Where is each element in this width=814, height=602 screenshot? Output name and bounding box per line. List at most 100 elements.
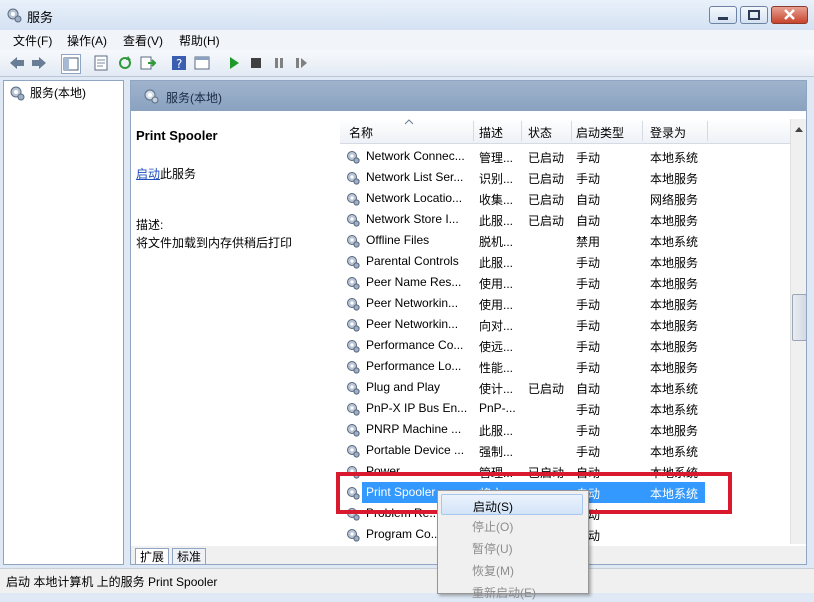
vertical-scrollbar[interactable]: [790, 119, 806, 544]
minimize-button[interactable]: [709, 6, 737, 24]
menu-help[interactable]: 帮助(H): [179, 32, 220, 49]
table-row[interactable]: Network Store I... 此服... 已启动 自动 本地服务: [340, 209, 790, 230]
cell-logon: 本地系统: [650, 403, 699, 417]
close-button[interactable]: [771, 6, 808, 24]
services-gear-icon: [144, 89, 159, 104]
table-row[interactable]: Portable Device ... 强制... 手动 本地系统: [340, 440, 790, 461]
help-icon[interactable]: ?: [170, 54, 188, 72]
cell-desc: 此服...: [479, 214, 514, 228]
cell-logon: 本地服务: [650, 424, 699, 438]
main-header-title: 服务(本地): [166, 91, 222, 105]
column-header-description[interactable]: 描述: [479, 124, 503, 141]
cell-start: 手动: [576, 256, 601, 270]
cell-name: Peer Networkin...: [366, 317, 459, 331]
start-service-link[interactable]: 启动: [136, 165, 160, 182]
cell-name: Plug and Play: [366, 380, 441, 394]
column-header-startup-type[interactable]: 启动类型: [576, 124, 624, 141]
table-row[interactable]: Plug and Play 使计... 已启动 自动 本地系统: [340, 377, 790, 398]
context-menu-resume[interactable]: 恢复(M): [441, 559, 583, 580]
title-bar: 服务: [0, 0, 814, 30]
table-row[interactable]: PnP-X IP Bus En... PnP-... 手动 本地系统: [340, 398, 790, 419]
column-divider[interactable]: [707, 121, 708, 141]
table-row[interactable]: Peer Name Res... 使用... 手动 本地服务: [340, 272, 790, 293]
context-menu-start[interactable]: 启动(S): [441, 494, 583, 515]
menu-action[interactable]: 操作(A): [67, 32, 107, 49]
cell-name: Network Store I...: [366, 212, 459, 226]
tab-standard[interactable]: 标准: [172, 548, 207, 564]
table-row[interactable]: Performance Co... 使远... 手动 本地服务: [340, 335, 790, 356]
main-header: 服务(本地): [131, 81, 806, 111]
service-gear-icon: [347, 298, 360, 311]
cell-logon: 本地服务: [650, 319, 699, 333]
cell-name: PNRP Machine ...: [366, 422, 462, 436]
table-row[interactable]: Peer Networkin... 向对... 手动 本地服务: [340, 314, 790, 335]
service-gear-icon: [347, 340, 360, 353]
description-text: 将文件加载到内存供稍后打印: [136, 236, 293, 250]
menu-file[interactable]: 文件(F): [13, 32, 52, 49]
cell-start: 禁用: [576, 235, 601, 249]
cell-status: 已启动: [528, 151, 565, 165]
context-menu-pause[interactable]: 暂停(U): [441, 537, 583, 558]
service-gear-icon: [347, 424, 360, 437]
pause-icon[interactable]: [270, 54, 288, 72]
service-gear-icon: [347, 382, 360, 395]
cell-name: Peer Name Res...: [366, 275, 462, 289]
console-icon[interactable]: [193, 54, 211, 72]
export-list-icon[interactable]: [139, 54, 157, 72]
cell-desc: 向对...: [479, 319, 514, 333]
table-row[interactable]: Performance Lo... 性能... 手动 本地服务: [340, 356, 790, 377]
service-gear-icon: [347, 319, 360, 332]
services-gear-icon: [10, 86, 25, 101]
cell-name: Performance Co...: [366, 338, 464, 352]
column-divider[interactable]: [642, 121, 643, 141]
service-gear-icon: [347, 361, 360, 374]
cell-status: 已启动: [528, 172, 565, 186]
back-arrow-icon[interactable]: [8, 54, 26, 72]
context-menu-stop[interactable]: 停止(O): [441, 515, 583, 536]
cell-logon: 本地服务: [650, 214, 699, 228]
column-header-status[interactable]: 状态: [528, 124, 552, 141]
maximize-button[interactable]: [740, 6, 768, 24]
tab-extended[interactable]: 扩展: [135, 548, 170, 564]
maximize-icon: [748, 10, 760, 20]
menu-bar: 文件(F) 操作(A) 查看(V) 帮助(H): [0, 30, 814, 50]
stop-icon[interactable]: [247, 54, 265, 72]
table-row[interactable]: Network Locatio... 收集... 已启动 自动 网络服务: [340, 188, 790, 209]
restart-icon[interactable]: [292, 54, 310, 72]
table-row[interactable]: Offline Files 脱机... 禁用 本地系统: [340, 230, 790, 251]
scrollbar-thumb[interactable]: [792, 294, 806, 341]
scroll-up-arrow-icon[interactable]: [794, 125, 804, 133]
column-divider[interactable]: [521, 121, 522, 141]
menu-view[interactable]: 查看(V): [123, 32, 163, 49]
table-row[interactable]: PNRP Machine ... 此服... 手动 本地服务: [340, 419, 790, 440]
column-divider[interactable]: [473, 121, 474, 141]
column-header-log-on-as[interactable]: 登录为: [650, 124, 686, 141]
start-service-suffix: 此服务: [160, 167, 197, 181]
status-bar: 启动 本地计算机 上的服务 Print Spooler: [0, 568, 814, 593]
list-header: 名称 描述 状态 启动类型 登录为: [340, 119, 806, 144]
table-row[interactable]: Peer Networkin... 使用... 手动 本地服务: [340, 293, 790, 314]
tree-item-services-local[interactable]: 服务(本地): [30, 84, 86, 101]
column-header-name[interactable]: 名称: [349, 124, 373, 141]
context-menu-label: 重新启动(E): [472, 586, 536, 600]
refresh-icon[interactable]: [116, 54, 134, 72]
cell-start: 手动: [576, 319, 601, 333]
cell-logon: 本地服务: [650, 172, 699, 186]
show-hide-tree-icon[interactable]: [61, 54, 81, 74]
table-row[interactable]: Network Connec... 管理... 已启动 手动 本地系统: [340, 146, 790, 167]
forward-arrow-icon[interactable]: [30, 54, 48, 72]
service-gear-icon: [347, 529, 360, 542]
column-divider[interactable]: [571, 121, 572, 141]
cell-logon: 本地服务: [650, 277, 699, 291]
play-icon[interactable]: [225, 54, 243, 72]
table-row[interactable]: Parental Controls 此服... 手动 本地服务: [340, 251, 790, 272]
cell-start: 手动: [576, 403, 601, 417]
cell-desc: 管理...: [479, 151, 514, 165]
table-row[interactable]: Network List Ser... 识别... 已启动 手动 本地服务: [340, 167, 790, 188]
service-gear-icon: [347, 193, 360, 206]
properties-icon[interactable]: [92, 54, 110, 72]
cell-status: 已启动: [528, 193, 565, 207]
toolbar: ?: [0, 50, 814, 77]
cell-start: 手动: [576, 361, 601, 375]
cell-status: 已启动: [528, 382, 565, 396]
